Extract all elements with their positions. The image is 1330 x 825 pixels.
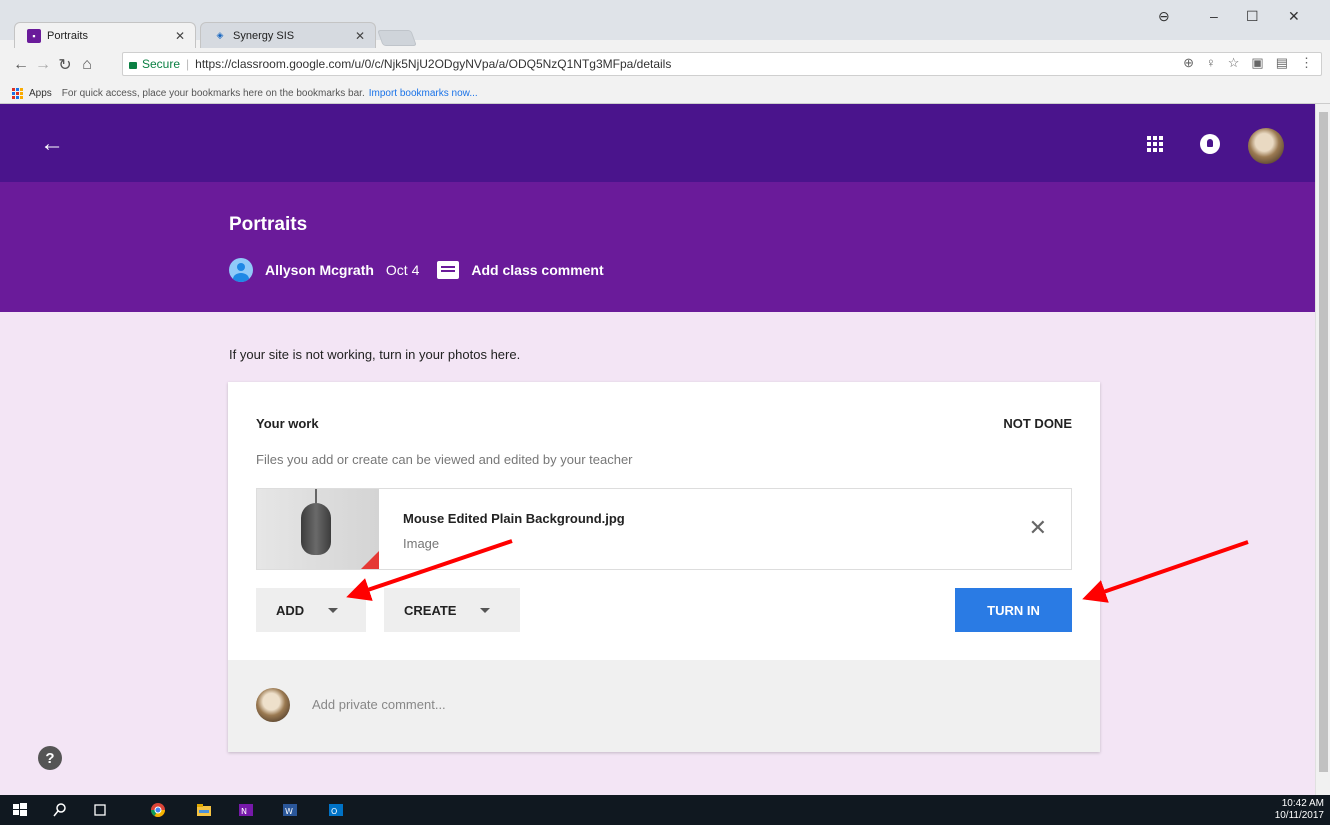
private-comment-area: Add private comment... <box>228 660 1100 752</box>
separator: | <box>186 57 190 71</box>
attachment-name[interactable]: Mouse Edited Plain Background.jpg <box>403 511 1071 526</box>
tab-synergy[interactable]: ◈ Synergy SIS ✕ <box>200 22 376 48</box>
attachment-thumbnail[interactable] <box>257 489 379 569</box>
secure-indicator[interactable]: Secure <box>129 57 180 71</box>
tab-title: Synergy SIS <box>233 29 295 42</box>
turn-in-button[interactable]: TURN IN <box>955 588 1072 632</box>
close-window-button[interactable]: ✕ <box>1288 8 1300 25</box>
attachment-type: Image <box>403 536 440 551</box>
forward-icon[interactable]: → <box>32 56 54 74</box>
notifications-icon[interactable] <box>1200 134 1220 154</box>
system-clock[interactable]: 10:42 AM 10/11/2017 <box>1275 798 1324 822</box>
omnibar: ← → ↻ ⌂ Secure | https://classroom.googl… <box>0 48 1330 82</box>
create-button[interactable]: CREATE <box>384 588 520 632</box>
chrome-icon[interactable] <box>150 802 166 818</box>
person-icon <box>229 258 253 282</box>
page-title: Portraits <box>229 214 308 235</box>
browser-chrome: ▪ Portraits ✕ ◈ Synergy SIS ✕ ⊖ – ☐ ✕ ← … <box>0 0 1330 104</box>
tab-title: Portraits <box>47 29 88 42</box>
url-actions: ⊕ ♀ ☆ ▣ ▤ ⋮ <box>1183 55 1313 71</box>
classroom-topbar: ← <box>0 104 1315 182</box>
tab-portraits[interactable]: ▪ Portraits ✕ <box>14 22 196 48</box>
close-icon[interactable]: ✕ <box>175 29 185 43</box>
svg-text:N: N <box>241 807 247 816</box>
status-badge: NOT DONE <box>1003 416 1072 431</box>
clock-date: 10/11/2017 <box>1274 810 1324 821</box>
file-corner-icon <box>361 551 379 569</box>
apps-grid-icon[interactable] <box>1147 136 1163 152</box>
turn-in-label: TURN IN <box>987 602 1040 618</box>
word-icon[interactable]: W <box>282 802 298 818</box>
assignment-header: Portraits Allyson Mcgrath Oct 4 Add clas… <box>0 182 1315 312</box>
assignment-instructions: If your site is not working, turn in you… <box>229 347 521 362</box>
bookmarks-hint: For quick access, place your bookmarks h… <box>61 87 365 99</box>
classroom-icon: ▪ <box>27 28 41 43</box>
chevron-down-icon <box>480 607 491 613</box>
menu-icon[interactable]: ⋮ <box>1300 55 1313 71</box>
avatar <box>256 688 290 722</box>
your-work-title: Your work <box>256 416 319 431</box>
author-name: Allyson Mcgrath <box>265 262 374 278</box>
key-icon[interactable]: ♀ <box>1206 55 1216 71</box>
url-text[interactable]: https://classroom.google.com/u/0/c/Njk5N… <box>195 57 671 71</box>
minimize-button[interactable]: – <box>1210 8 1218 24</box>
lock-icon <box>129 61 137 69</box>
help-icon[interactable]: ? <box>38 746 62 770</box>
clock-time: 10:42 AM <box>1281 798 1324 809</box>
comment-icon[interactable] <box>437 261 460 279</box>
file-explorer-icon[interactable] <box>196 802 212 818</box>
svg-text:W: W <box>285 807 293 816</box>
maximize-button[interactable]: ☐ <box>1246 8 1259 25</box>
secure-label: Secure <box>142 57 181 71</box>
bookmarks-bar: Apps For quick access, place your bookma… <box>0 82 1330 104</box>
mouse-image <box>301 503 331 555</box>
your-work-card: Your work NOT DONE Files you add or crea… <box>228 382 1100 752</box>
svg-text:O: O <box>331 807 337 816</box>
extension-icon[interactable]: ▣ <box>1251 55 1263 71</box>
private-comment-input[interactable]: Add private comment... <box>312 697 446 712</box>
main-content: If your site is not working, turn in you… <box>0 312 1315 795</box>
tab-strip: ▪ Portraits ✕ ◈ Synergy SIS ✕ ⊖ – ☐ ✕ <box>0 0 1330 48</box>
windows-taskbar: N W O 10:42 AM 10/11/2017 <box>0 795 1330 825</box>
new-tab-button[interactable] <box>377 30 417 46</box>
reload-icon[interactable]: ↻ <box>54 55 76 75</box>
add-button[interactable]: ADD <box>256 588 366 632</box>
your-work-subtitle: Files you add or create can be viewed an… <box>256 452 633 467</box>
zoom-icon[interactable]: ⊕ <box>1183 55 1194 71</box>
home-icon[interactable]: ⌂ <box>76 56 98 74</box>
apps-grid-icon[interactable] <box>12 87 23 99</box>
create-label: CREATE <box>404 602 457 618</box>
address-bar[interactable]: Secure | https://classroom.google.com/u/… <box>122 52 1322 76</box>
windows-start-icon[interactable] <box>12 802 28 818</box>
outlook-icon[interactable]: O <box>328 802 344 818</box>
attachment-item[interactable]: Mouse Edited Plain Background.jpg Image … <box>256 488 1072 570</box>
chevron-down-icon <box>328 607 339 613</box>
add-class-comment-button[interactable]: Add class comment <box>471 262 603 278</box>
assignment-date: Oct 4 <box>385 262 420 278</box>
pdf-icon[interactable]: ▤ <box>1276 55 1288 71</box>
back-arrow-icon[interactable]: ← <box>40 130 64 158</box>
scrollbar-thumb[interactable] <box>1319 112 1328 772</box>
back-icon[interactable]: ← <box>10 56 32 74</box>
attachment-info: Mouse Edited Plain Background.jpg Image <box>379 489 1071 569</box>
onenote-icon[interactable]: N <box>238 802 254 818</box>
add-label: ADD <box>276 602 305 618</box>
close-icon[interactable]: ✕ <box>355 29 365 43</box>
assignment-meta: Allyson Mcgrath Oct 4 Add class comment <box>229 258 604 282</box>
import-bookmarks-link[interactable]: Import bookmarks now... <box>369 88 478 99</box>
profile-icon[interactable]: ⊖ <box>1158 8 1170 25</box>
synergy-icon: ◈ <box>216 30 224 40</box>
scrollbar[interactable] <box>1315 104 1330 795</box>
remove-attachment-icon[interactable]: ✕ <box>1029 515 1047 541</box>
task-view-icon[interactable] <box>92 802 108 818</box>
avatar[interactable] <box>1248 128 1284 164</box>
apps-link[interactable]: Apps <box>29 88 52 99</box>
search-icon[interactable] <box>52 802 68 818</box>
star-icon[interactable]: ☆ <box>1228 55 1240 71</box>
